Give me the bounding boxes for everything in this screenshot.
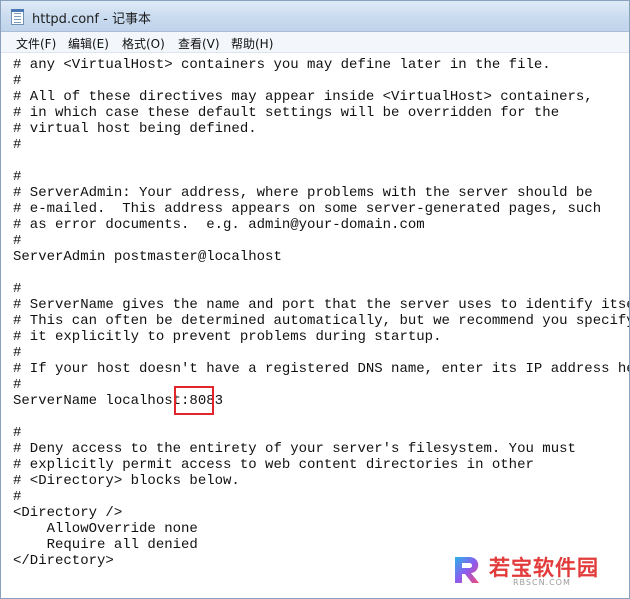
text-editor-area[interactable]: # </Directory> Require all denied AllowOv… [1, 53, 630, 598]
editor-line: # any <VirtualHost> containers you may d… [13, 57, 551, 73]
menu-help[interactable]: 帮助(H) [231, 35, 273, 52]
editor-line: # explicitly permit access to web conten… [13, 457, 534, 473]
editor-line: # [13, 345, 22, 361]
window-title: httpd.conf - 记事本 [32, 12, 151, 27]
editor-line: # <Directory> blocks below. [13, 473, 240, 489]
menu-bar: 文件(F) 编辑(E) 格式(O) 查看(V) 帮助(H) [1, 32, 629, 53]
editor-line: # If your host doesn't have a registered… [13, 361, 630, 377]
editor-line: # [13, 377, 22, 393]
editor-line: # virtual host being defined. [13, 121, 257, 137]
notepad-window: httpd.conf - 记事本 文件(F) 编辑(E) 格式(O) 查看(V)… [0, 0, 630, 599]
editor-line: # This can often be determined automatic… [13, 313, 630, 329]
editor-line: Require all denied [13, 537, 198, 553]
menu-file[interactable]: 文件(F) [16, 35, 56, 52]
watermark-site: RBSCN.COM [513, 578, 571, 587]
editor-line: # e-mailed. This address appears on some… [13, 201, 602, 217]
editor-line: # [13, 73, 22, 89]
editor-line: # Deny access to the entirety of your se… [13, 441, 576, 457]
editor-line: # All of these directives may appear ins… [13, 89, 593, 105]
notepad-icon [11, 9, 24, 25]
editor-line: # ServerAdmin: Your address, where probl… [13, 185, 593, 201]
editor-line: </Directory> [13, 553, 114, 569]
title-bar[interactable]: httpd.conf - 记事本 [1, 1, 629, 32]
editor-line: # [13, 281, 22, 297]
port-highlight-box [174, 386, 214, 415]
editor-line: # [13, 425, 22, 441]
editor-line: AllowOverride none [13, 521, 198, 537]
editor-line: # ServerName gives the name and port tha… [13, 297, 630, 313]
editor-line: # as error documents. e.g. admin@your-do… [13, 217, 425, 233]
menu-format[interactable]: 格式(O) [122, 35, 165, 52]
menu-view[interactable]: 查看(V) [178, 35, 220, 52]
watermark: 若宝软件园 RBSCN.COM [451, 552, 619, 590]
watermark-logo-icon [455, 557, 479, 583]
editor-line: # it explicitly to prevent problems duri… [13, 329, 442, 345]
menu-edit[interactable]: 编辑(E) [68, 35, 109, 52]
editor-line: # in which case these default settings w… [13, 105, 560, 121]
editor-line: # [13, 233, 22, 249]
editor-line: # [13, 169, 22, 185]
editor-line: # [13, 489, 22, 505]
editor-line: <Directory /> [13, 505, 123, 521]
editor-line: ServerAdmin postmaster@localhost [13, 249, 282, 265]
editor-line: # [13, 137, 22, 153]
